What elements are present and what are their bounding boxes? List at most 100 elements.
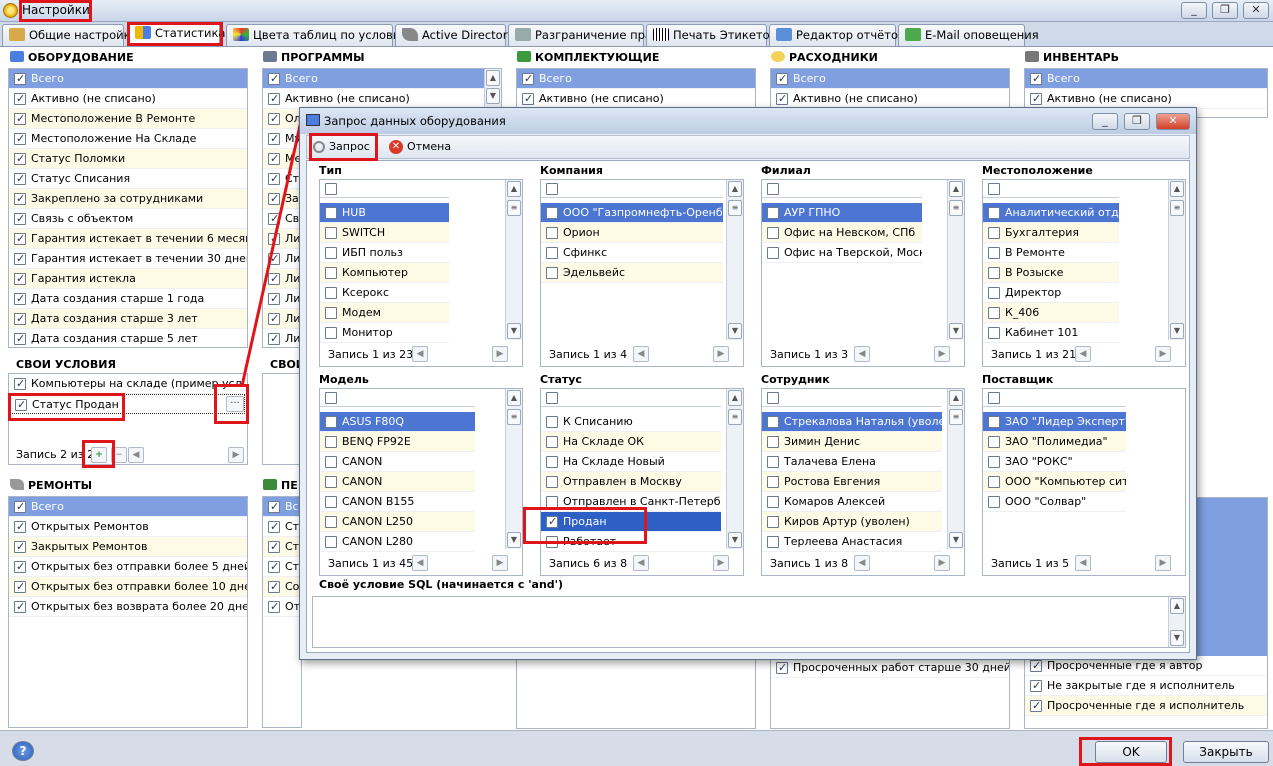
grid-scrollbar[interactable]: ▲ ≡ ▼ — [947, 389, 964, 549]
tab-general[interactable]: Общие настройки — [2, 24, 138, 46]
ellipsis-button[interactable]: ··· — [226, 396, 244, 412]
scroll-down-arrow[interactable]: ▼ — [949, 323, 963, 339]
checkbox[interactable] — [522, 69, 534, 88]
remove-condition-button[interactable]: − — [111, 447, 127, 463]
scroll-left-arrow[interactable]: ◀ — [1075, 346, 1091, 362]
checkbox[interactable] — [268, 109, 280, 128]
checkbox[interactable] — [546, 267, 558, 279]
list-item[interactable]: Открытых без отправки более 10 дней — [9, 577, 247, 597]
list-item[interactable]: Закрытых Ремонтов — [9, 537, 247, 557]
checkbox[interactable] — [14, 269, 26, 288]
list-item[interactable]: Просроченных работ старше 30 дней — [771, 658, 1009, 678]
checkbox[interactable] — [546, 456, 558, 468]
list-item[interactable]: Активно (не списано) — [771, 89, 1009, 109]
select-all-checkbox[interactable] — [546, 183, 558, 195]
select-all-checkbox[interactable] — [988, 392, 1000, 404]
grid-row[interactable]: ASUS F80Q — [320, 412, 475, 432]
mesto-grid[interactable]: Аналитический отдел Бухгалтерия В Ремонте В… — [982, 179, 1186, 367]
add-condition-button[interactable]: + — [91, 447, 107, 463]
scroll-left-arrow[interactable]: ◀ — [854, 555, 870, 571]
grid-row[interactable]: CANON — [320, 452, 475, 472]
list-item[interactable]: Всего — [517, 69, 755, 89]
grid-scrollbar[interactable]: ▲ ≡ ▼ — [1168, 180, 1185, 340]
checkbox[interactable] — [988, 496, 1000, 508]
scroll-down-arrow[interactable]: ▼ — [728, 532, 742, 548]
scroll-left-arrow[interactable]: ◀ — [412, 555, 428, 571]
checkbox[interactable] — [14, 577, 26, 596]
checkbox[interactable] — [268, 309, 280, 328]
list-item[interactable]: Открытых без возврата более 20 дней — [9, 597, 247, 617]
filial-grid[interactable]: АУР ГПНО Офис на Невском, СПб Офис на Твер… — [761, 179, 965, 367]
scroll-right-arrow[interactable]: ▶ — [492, 555, 508, 571]
grid-row[interactable]: Комаров Алексей — [762, 492, 942, 512]
checkbox[interactable] — [268, 149, 280, 168]
checkbox[interactable] — [268, 229, 280, 248]
checkbox[interactable] — [988, 476, 1000, 488]
select-all-checkbox[interactable] — [546, 392, 558, 404]
list-item[interactable]: Дата создания старше 3 лет — [9, 309, 247, 329]
checkbox[interactable] — [325, 287, 337, 299]
checkbox[interactable] — [325, 207, 337, 219]
checkbox[interactable] — [988, 307, 1000, 319]
equipment-list[interactable]: Всего Активно (не списано) Местоположение … — [8, 68, 248, 348]
checkbox[interactable] — [325, 536, 337, 548]
checkbox[interactable] — [988, 436, 1000, 448]
pe-list[interactable]: Вс Ст Ст Ст Со От — [262, 496, 302, 728]
checkbox[interactable] — [268, 597, 280, 616]
select-all-checkbox[interactable] — [325, 392, 337, 404]
checkbox[interactable] — [776, 658, 788, 677]
tab-statistics[interactable]: Статистика — [128, 22, 225, 46]
consumables-list-lower[interactable]: Просроченных работ старше 30 дней — [770, 655, 1010, 729]
grid-row[interactable]: На Складе ОК — [541, 432, 721, 452]
checkbox[interactable] — [14, 597, 26, 616]
scroll-up-arrow[interactable]: ▲ — [486, 70, 500, 86]
grid-row[interactable]: Аналитический отдел — [983, 203, 1119, 223]
list-item[interactable]: Связь с объектом — [9, 209, 247, 229]
grid-row[interactable]: Ксерокс — [320, 283, 449, 303]
scroll-up-arrow[interactable]: ▲ — [507, 390, 521, 406]
grid-row[interactable]: CANON L250 — [320, 512, 475, 532]
checkbox[interactable] — [325, 456, 337, 468]
select-all-checkbox[interactable] — [988, 183, 1000, 195]
select-all-checkbox[interactable] — [767, 183, 779, 195]
scroll-up-arrow[interactable]: ▲ — [728, 390, 742, 406]
grid-row[interactable]: Орион — [541, 223, 723, 243]
grid-row[interactable]: Кабинет 101 — [983, 323, 1119, 343]
checkbox[interactable] — [14, 289, 26, 308]
scroll-right-arrow[interactable]: ▶ — [1155, 555, 1171, 571]
sotrudnik-grid[interactable]: Стрекалова Наталья (уволен) Зимин Денис Та… — [761, 388, 965, 576]
checkbox[interactable] — [767, 496, 779, 508]
scroll-right-arrow[interactable]: ▶ — [713, 555, 729, 571]
grid-row[interactable]: Директор — [983, 283, 1119, 303]
grid-row[interactable]: ООО "Солвар" — [983, 492, 1126, 512]
scroll-left-arrow[interactable]: ◀ — [633, 346, 649, 362]
checkbox[interactable] — [1030, 89, 1042, 108]
query-button[interactable]: Запрос — [311, 138, 370, 156]
dialog-close-button[interactable]: ✕ — [1156, 113, 1190, 130]
list-item[interactable]: Ст — [263, 537, 301, 557]
list-item[interactable]: Открытых Ремонтов — [9, 517, 247, 537]
scroll-left-arrow[interactable]: ◀ — [854, 346, 870, 362]
grid-row[interactable]: Модем — [320, 303, 449, 323]
grid-row[interactable]: Отправлен в Москву — [541, 472, 721, 492]
grid-row[interactable]: CANON B155 — [320, 492, 475, 512]
scroll-up-arrow[interactable]: ▲ — [949, 181, 963, 197]
checkbox[interactable] — [268, 269, 280, 288]
checkbox[interactable] — [546, 476, 558, 488]
grid-row[interactable]: В Розыске — [983, 263, 1119, 283]
grid-row[interactable]: Зимин Денис — [762, 432, 942, 452]
tab-report-editor[interactable]: Редактор отчётов — [769, 24, 905, 46]
grid-row[interactable]: Работает — [541, 532, 721, 552]
status-grid[interactable]: К Списанию На Складе ОК На Складе Новый Отп… — [540, 388, 744, 576]
checkbox[interactable] — [268, 557, 280, 576]
checkbox[interactable] — [1030, 656, 1042, 675]
grid-row[interactable]: Бухгалтерия — [983, 223, 1119, 243]
list-item[interactable]: Местоположение На Складе — [9, 129, 247, 149]
select-all-checkbox[interactable] — [767, 392, 779, 404]
maximize-button[interactable]: ❐ — [1212, 2, 1238, 19]
grid-row[interactable]: Стрекалова Наталья (уволен) — [762, 412, 942, 432]
list-item[interactable]: Активно (не списано) — [263, 89, 501, 109]
scroll-up-arrow[interactable]: ▲ — [1170, 598, 1184, 614]
scroll-down-arrow[interactable]: ▼ — [486, 88, 500, 104]
list-item[interactable]: Гарантия истекает в течении 30 дней — [9, 249, 247, 269]
